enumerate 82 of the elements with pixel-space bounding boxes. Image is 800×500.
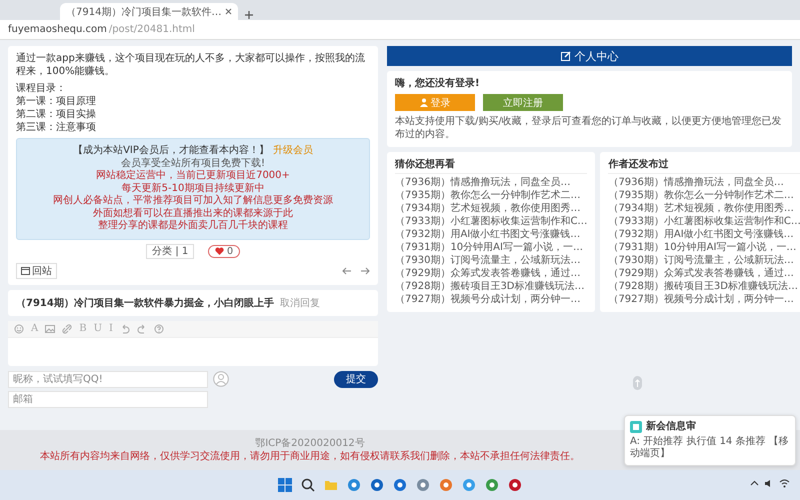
intro-text: 通过一款app来赚钱，这个项目现在玩的人不多，大家都可以操作，按照我的流程来，100%能赚钱。	[16, 52, 366, 78]
vip-line: 会员享受全站所有项目免费下载!	[120, 158, 265, 170]
close-icon[interactable]	[225, 8, 232, 15]
login-note: 本站支持使用下载/购买/收藏，登录后可查看您的订单与收藏，以便更方便地管理您已发布过的内容。	[395, 115, 783, 141]
app-icon[interactable]	[462, 478, 476, 492]
post-link[interactable]: （7936期）情感撸撸玩法，同盘全员…	[395, 176, 588, 189]
browser-tab[interactable]: （7914期）冷门项目集一款软件…	[60, 3, 238, 20]
post-link[interactable]: （7932期）用AI做小红书图文号涨赚钱…	[608, 228, 800, 241]
plus-icon[interactable]	[244, 10, 254, 20]
post-link[interactable]: （7934期）艺术短视频，教你使用图秀…	[608, 202, 800, 215]
edit-icon	[560, 51, 570, 61]
email-field[interactable]: 邮箱	[8, 390, 208, 408]
toc-title: 课程目录：	[16, 82, 67, 95]
heart-icon	[215, 247, 224, 255]
post-link[interactable]: （7934期）艺术短视频，教你使用图秀…	[395, 202, 588, 215]
user-center-button[interactable]: 个人中心	[387, 46, 792, 66]
post-link[interactable]: （7935期）教你怎么一分钟制作艺术二…	[395, 189, 588, 202]
post-link[interactable]: （7929期）众筹式发表答卷赚钱，通过…	[608, 267, 800, 280]
vip-line: 外面如想看可以在直播推出来的课都来源于此	[93, 208, 293, 220]
app-icon[interactable]	[370, 478, 384, 492]
app-icon[interactable]	[508, 478, 522, 492]
tab-title: （7914期）冷门项目集一款软件…	[66, 6, 222, 18]
post-link[interactable]: （7932期）用AI做小红书图文号涨赚钱…	[395, 228, 588, 241]
back-button[interactable]: 回站	[16, 262, 57, 278]
url-path: /post/20481.html	[108, 24, 195, 35]
list-title: 猜你还想再看	[395, 158, 588, 174]
help-icon[interactable]	[154, 324, 164, 334]
vip-prompt: 【成为本站VIP会员后，才能查看本内容！】	[73, 145, 269, 158]
window-icon	[21, 266, 30, 274]
app-icon	[630, 421, 642, 433]
vip-line: 每天更新5-10期项目持续更新中	[122, 182, 264, 194]
link-icon[interactable]	[62, 324, 72, 334]
post-link[interactable]: （7928期）搬砖项目王3D标准赚钱玩法…	[608, 280, 800, 293]
post-link[interactable]: （7929期）众筹式发表答卷赚钱，通过…	[395, 267, 588, 280]
vip-line: 整理分享的课都是外面卖几百几千块的课程	[98, 220, 288, 232]
post-link[interactable]: （7933期）小红薯图标收集运营制作和C…	[395, 215, 588, 228]
undo-icon[interactable]	[120, 324, 130, 334]
notification-title: 新会信息审	[646, 421, 696, 433]
user-icon	[420, 98, 428, 107]
toc-item: 第二课：项目实操	[16, 108, 97, 121]
vip-line: 网站稳定运营中，当前已更新项目近7000+	[96, 170, 290, 182]
app-icon[interactable]	[347, 478, 361, 492]
avatar-icon	[213, 371, 229, 387]
disclaimer-text: 本站所有内容均来自网络，仅供学习交流使用，请勿用于商业用途，如有侵权请联系我们删除，本站不承担任何法律责任。	[40, 450, 580, 463]
post-link[interactable]: （7927期）视频号分成计划，两分钟一…	[395, 293, 588, 306]
notification-popup[interactable]: 新会信息审 A: 开始推荐 执行值 14 条推荐 【移动端页】	[624, 415, 796, 466]
like-button[interactable]: 0	[208, 244, 240, 258]
smiley-icon[interactable]	[14, 324, 24, 334]
notification-body: A: 开始推荐 执行值 14 条推荐 【移动端页】	[630, 436, 790, 460]
wifi-icon[interactable]	[779, 479, 790, 488]
post-link[interactable]: （7930期）订阅号流量主，公域新玩法…	[608, 254, 800, 267]
toc-item: 第三课：注意事项	[16, 121, 97, 134]
post-link[interactable]: （7927期）视频号分成计划，两分钟一…	[608, 293, 800, 306]
post-link[interactable]: （7935期）教你怎么一分钟制作艺术二…	[608, 189, 800, 202]
arrow-right-icon[interactable]	[360, 266, 370, 274]
post-link[interactable]: （7928期）搬砖项目王3D标准赚钱玩法…	[395, 280, 588, 293]
post-link[interactable]: （7933期）小红薯图标收集运营制作和C…	[608, 215, 800, 228]
post-link[interactable]: （7931期）10分钟用AI写一篇小说，一…	[395, 241, 588, 254]
chevron-up-icon[interactable]	[750, 479, 759, 488]
post-title: （7914期）冷门项目集一款软件暴力掘金，小白闭眼上手	[16, 296, 274, 310]
submit-button[interactable]: 提交	[334, 370, 378, 388]
app-icon[interactable]	[439, 478, 453, 492]
name-field[interactable]: 昵称，试试填写QQ!	[8, 370, 208, 388]
url-host: fuyemaoshequ.com	[8, 24, 107, 35]
arrow-left-icon[interactable]	[342, 266, 352, 274]
icp-number: 鄂ICP备2020020012号	[255, 437, 365, 450]
app-icon[interactable]	[485, 478, 499, 492]
vip-line: 网创人必备站点，平常推荐项目可加入知了解信息更多免费资源	[53, 195, 333, 208]
post-link[interactable]: （7936期）情感撸撸玩法，同盘全员…	[608, 176, 800, 189]
list-title: 作者还发布过	[608, 158, 800, 174]
address-bar[interactable]: fuyemaoshequ.com /post/20481.html	[0, 20, 800, 40]
windows-logo-icon[interactable]	[278, 478, 292, 492]
post-link[interactable]: （7931期）10分钟用AI写一篇小说，一…	[608, 241, 800, 254]
search-icon[interactable]	[301, 478, 315, 492]
redo-icon[interactable]	[136, 324, 147, 334]
login-prompt: 嗨，您还没有登录!	[395, 77, 481, 90]
app-icon[interactable]	[416, 478, 430, 492]
image-icon[interactable]	[45, 324, 56, 334]
toc-item: 第一课：项目原理	[16, 95, 97, 108]
app-icon[interactable]	[393, 478, 407, 492]
category-tag[interactable]: 分类 | 1	[146, 244, 194, 258]
post-link[interactable]: （7930期）订阅号流量主，公域新玩法…	[395, 254, 588, 267]
